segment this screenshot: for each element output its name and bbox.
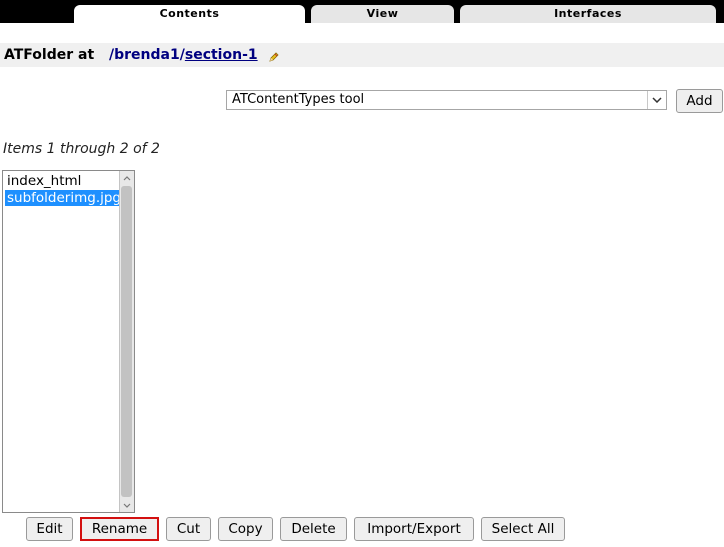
tab-interfaces[interactable]: Interfaces [460, 5, 716, 23]
object-path: /brenda1/section-1 [109, 43, 258, 67]
add-type-select[interactable]: ATContentTypes tool [226, 90, 667, 110]
copy-button[interactable]: Copy [218, 517, 273, 541]
scroll-up-icon[interactable] [120, 171, 134, 185]
scroll-down-icon[interactable] [120, 498, 134, 512]
add-type-selected: ATContentTypes tool [232, 92, 365, 107]
add-button[interactable]: Add [676, 89, 723, 113]
list-item-index-html[interactable]: index_html [5, 173, 83, 189]
pencil-icon[interactable] [268, 51, 280, 63]
chevron-down-icon [647, 91, 666, 109]
cut-button[interactable]: Cut [166, 517, 211, 541]
path-link-section-1[interactable]: section-1 [185, 47, 258, 63]
tab-view[interactable]: View [311, 5, 454, 23]
path-link-brenda1[interactable]: brenda1 [114, 47, 180, 63]
scrollbar-thumb[interactable] [121, 186, 132, 497]
contents-listbox[interactable]: index_html subfolderimg.jpg [2, 170, 135, 513]
rename-button[interactable]: Rename [80, 517, 159, 541]
delete-button[interactable]: Delete [280, 517, 347, 541]
edit-button[interactable]: Edit [26, 517, 73, 541]
meta-type-label: ATFolder at [4, 47, 95, 63]
tab-bar: Contents View Interfaces [0, 0, 724, 23]
tab-contents[interactable]: Contents [74, 5, 305, 23]
item-count: Items 1 through 2 of 2 [3, 141, 160, 157]
breadcrumb: ATFolder at /brenda1/section-1 [0, 43, 724, 67]
select-all-button[interactable]: Select All [481, 517, 565, 541]
list-item-subfolderimg[interactable]: subfolderimg.jpg [5, 190, 123, 206]
import-export-button[interactable]: Import/Export [354, 517, 474, 541]
listbox-scrollbar[interactable] [119, 171, 134, 512]
